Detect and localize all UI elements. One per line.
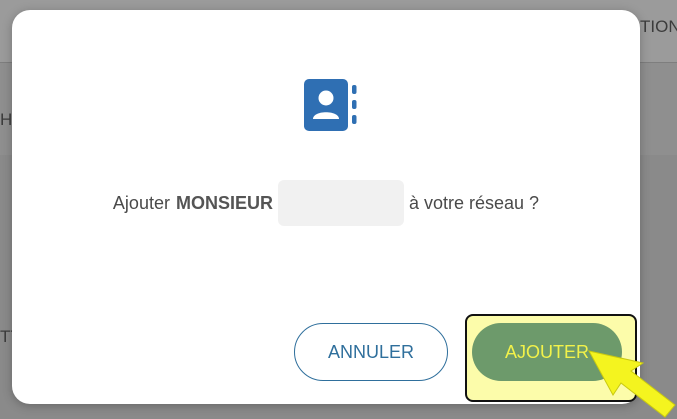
- background-header-text: TION: [640, 17, 677, 36]
- redacted-name-block: [277, 180, 404, 226]
- dialog-message: Ajouter MONSIEUR à votre réseau ?: [12, 180, 640, 226]
- add-contact-dialog: Ajouter MONSIEUR à votre réseau ? ANNULE…: [12, 10, 640, 404]
- cancel-button[interactable]: ANNULER: [294, 323, 448, 381]
- message-suffix: à votre réseau ?: [408, 192, 540, 213]
- arrow-pointer-icon: [588, 350, 676, 418]
- contact-name: MONSIEUR: [175, 192, 273, 213]
- contact-book-icon: [304, 79, 357, 131]
- message-prefix: Ajouter: [112, 192, 170, 213]
